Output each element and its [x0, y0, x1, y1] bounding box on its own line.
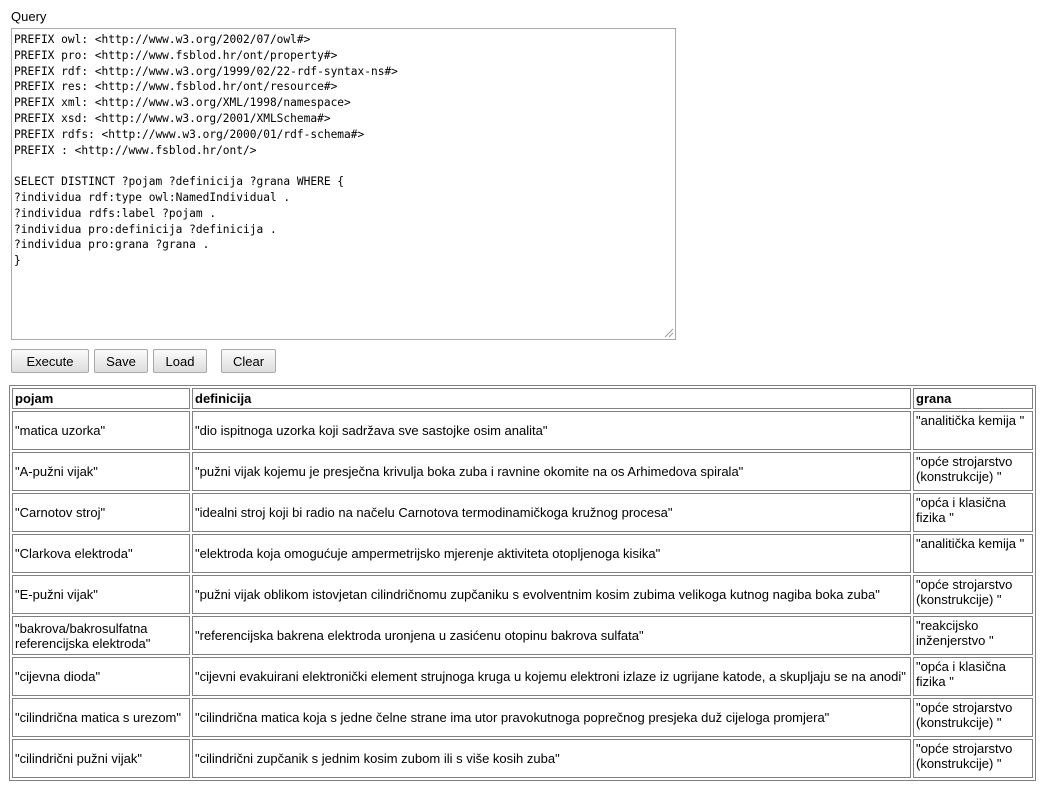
- save-button[interactable]: Save: [94, 349, 148, 373]
- cell-pojam: "Carnotov stroj": [12, 493, 190, 532]
- clear-button[interactable]: Clear: [221, 349, 276, 373]
- cell-definicija: "idealni stroj koji bi radio na načelu C…: [192, 493, 911, 532]
- cell-pojam: "bakrova/bakrosulfatna referencijska ele…: [12, 616, 190, 655]
- header-grana: grana: [913, 388, 1033, 409]
- cell-pojam: "cijevna dioda": [12, 657, 190, 696]
- cell-grana: "opća i klasična fizika ": [913, 493, 1033, 532]
- table-row: "Carnotov stroj" "idealni stroj koji bi …: [12, 493, 1033, 532]
- cell-definicija: "cilindrični zupčanik s jednim kosim zub…: [192, 739, 911, 778]
- table-row: "Clarkova elektroda" "elektroda koja omo…: [12, 534, 1033, 573]
- cell-definicija: "dio ispitnoga uzorka koji sadržava sve …: [192, 411, 911, 450]
- cell-definicija: "pužni vijak kojemu je presječna krivulj…: [192, 452, 911, 491]
- cell-grana: "reakcijsko inženjerstvo ": [913, 616, 1033, 655]
- cell-pojam: "E-pužni vijak": [12, 575, 190, 614]
- cell-pojam: "matica uzorka": [12, 411, 190, 450]
- table-row: "cijevna dioda" "cijevni evakuirani elek…: [12, 657, 1033, 696]
- query-label: Query: [11, 9, 47, 24]
- cell-grana: "opće strojarstvo (konstrukcije) ": [913, 452, 1033, 491]
- cell-pojam: "cilindrična matica s urezom": [12, 698, 190, 737]
- cell-definicija: "referencijska bakrena elektroda uronjen…: [192, 616, 911, 655]
- table-row: "A-pužni vijak" "pužni vijak kojemu je p…: [12, 452, 1033, 491]
- cell-pojam: "A-pužni vijak": [12, 452, 190, 491]
- cell-grana: "opće strojarstvo (konstrukcije) ": [913, 698, 1033, 737]
- results-table: pojam definicija grana "matica uzorka" "…: [9, 385, 1036, 781]
- query-textarea[interactable]: [11, 28, 676, 340]
- table-header-row: pojam definicija grana: [12, 388, 1033, 409]
- cell-grana: "opća i klasična fizika ": [913, 657, 1033, 696]
- cell-grana: "opće strojarstvo (konstrukcije) ": [913, 739, 1033, 778]
- table-row: "bakrova/bakrosulfatna referencijska ele…: [12, 616, 1033, 655]
- cell-definicija: "elektroda koja omogućuje ampermetrijsko…: [192, 534, 911, 573]
- cell-definicija: "cilindrična matica koja s jedne čelne s…: [192, 698, 911, 737]
- header-definicija: definicija: [192, 388, 911, 409]
- cell-pojam: "cilindrični pužni vijak": [12, 739, 190, 778]
- cell-definicija: "cijevni evakuirani elektronički element…: [192, 657, 911, 696]
- cell-grana: "analitička kemija ": [913, 411, 1033, 450]
- table-row: "matica uzorka" "dio ispitnoga uzorka ko…: [12, 411, 1033, 450]
- cell-grana: "analitička kemija ": [913, 534, 1033, 573]
- resize-grip-icon[interactable]: [662, 326, 674, 338]
- cell-pojam: "Clarkova elektroda": [12, 534, 190, 573]
- table-row: "cilindrična matica s urezom" "cilindrič…: [12, 698, 1033, 737]
- table-row: "E-pužni vijak" "pužni vijak oblikom ist…: [12, 575, 1033, 614]
- header-pojam: pojam: [12, 388, 190, 409]
- cell-definicija: "pužni vijak oblikom istovjetan cilindri…: [192, 575, 911, 614]
- table-row: "cilindrični pužni vijak" "cilindrični z…: [12, 739, 1033, 778]
- execute-button[interactable]: Execute: [11, 349, 89, 373]
- cell-grana: "opće strojarstvo (konstrukcije) ": [913, 575, 1033, 614]
- load-button[interactable]: Load: [153, 349, 207, 373]
